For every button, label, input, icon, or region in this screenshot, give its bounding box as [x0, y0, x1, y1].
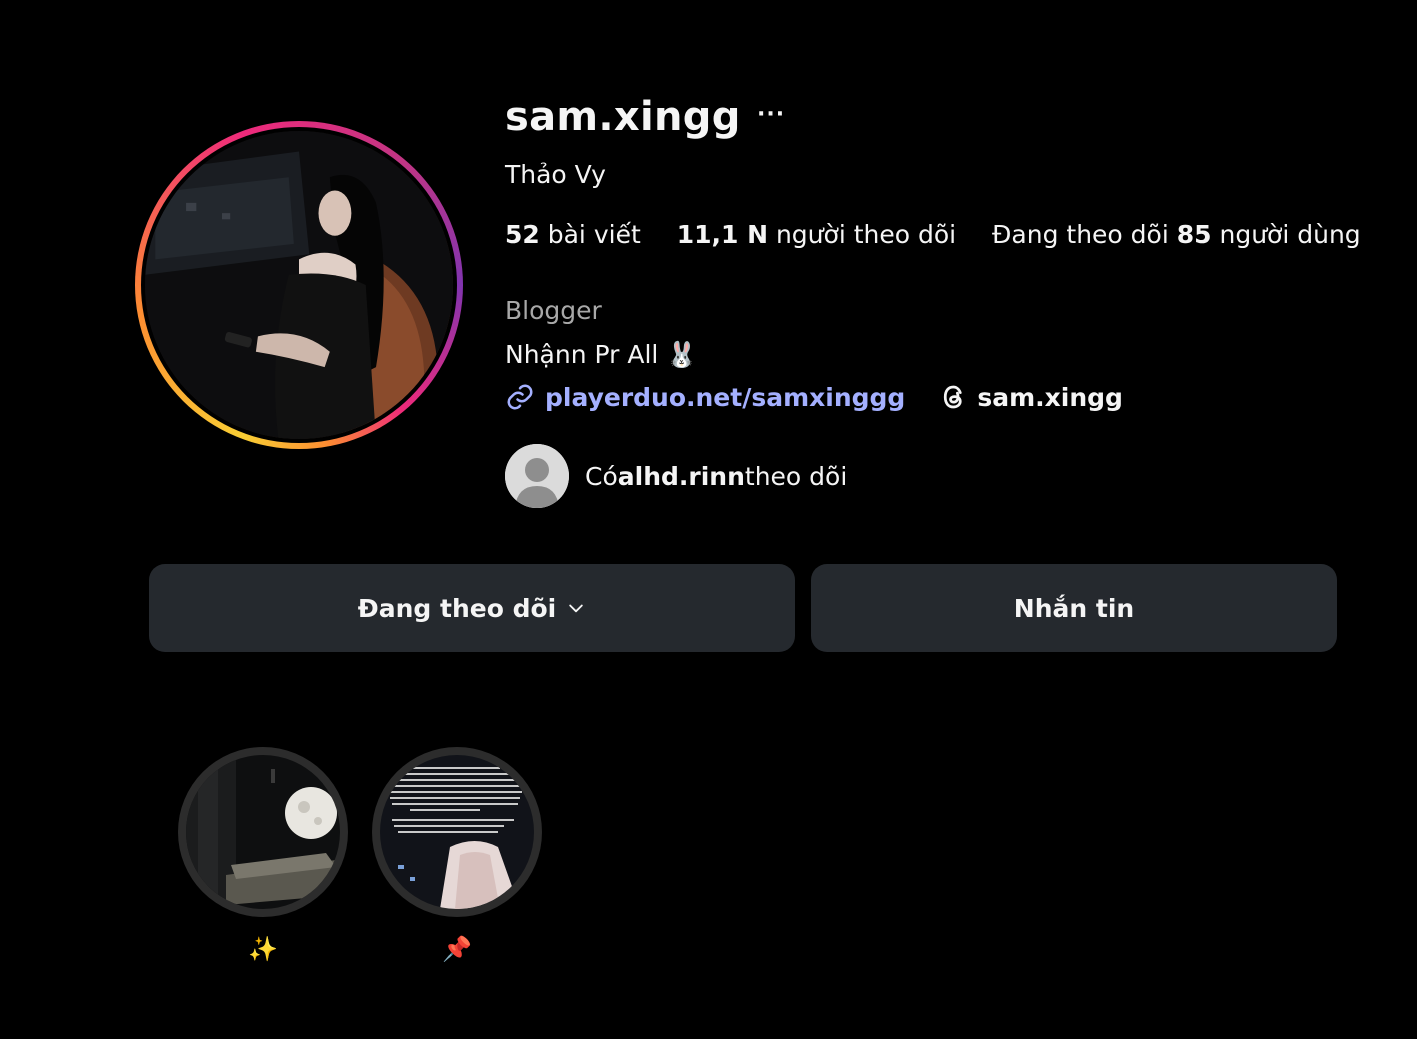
- followers-count: 11,1 N: [676, 220, 769, 249]
- message-button[interactable]: Nhắn tin: [811, 564, 1337, 652]
- story-highlight[interactable]: ✨: [178, 747, 348, 963]
- following-button-label: Đang theo dõi: [357, 593, 557, 623]
- external-link[interactable]: playerduo.net/samxinggg: [505, 382, 905, 412]
- posts-label: bài viết: [539, 220, 641, 249]
- external-link-text: playerduo.net/samxinggg: [545, 382, 906, 412]
- story-highlight[interactable]: 📌: [372, 747, 542, 963]
- followed-by-suffix: theo dõi: [744, 461, 848, 491]
- posts-count: 52: [505, 220, 540, 249]
- followers-link[interactable]: 11,1 N người theo dõi: [677, 220, 956, 249]
- followers-label: người theo dõi: [768, 220, 957, 249]
- following-prefix: Đang theo dõi: [992, 220, 1177, 249]
- profile-stats: 52 bài viết 11,1 N người theo dõi Đang t…: [505, 220, 1361, 249]
- following-button[interactable]: Đang theo dõi: [149, 564, 795, 652]
- followed-by-user: alhd.rinn: [617, 461, 745, 491]
- profile-bio: Nhậnn Pr All 🐰: [505, 340, 698, 369]
- profile-category: Blogger: [505, 296, 602, 325]
- highlight-cover-moon-bedroom: [186, 755, 340, 909]
- profile-links: playerduo.net/samxinggg sam.xingg: [505, 382, 1123, 412]
- profile-avatar[interactable]: [135, 121, 463, 449]
- avatar-photo: [145, 131, 453, 439]
- follower-avatar: [505, 444, 569, 508]
- following-link[interactable]: Đang theo dõi 85 người dùng: [992, 220, 1361, 249]
- chevron-down-icon: [569, 604, 583, 613]
- posts-count-stat: 52 bài viết: [505, 220, 641, 249]
- threads-link[interactable]: sam.xingg: [939, 382, 1123, 412]
- following-label: người dùng: [1211, 220, 1361, 249]
- followed-by[interactable]: Có alhd.rinn theo dõi: [505, 444, 847, 508]
- highlight-label: ✨: [248, 935, 278, 963]
- link-icon: [507, 384, 533, 410]
- threads-handle: sam.xingg: [977, 382, 1123, 412]
- highlight-cover-text-photo: [380, 755, 534, 909]
- profile-page: sam.xingg ··· Thảo Vy 52 bài viết 11,1 N…: [0, 0, 1417, 1039]
- threads-icon: [944, 385, 962, 409]
- more-options-button[interactable]: ···: [757, 102, 785, 127]
- profile-full-name: Thảo Vy: [505, 160, 606, 189]
- message-button-label: Nhắn tin: [1013, 593, 1135, 623]
- followed-by-prefix: Có: [585, 461, 618, 491]
- highlight-label: 📌: [442, 935, 472, 963]
- following-count: 85: [1176, 220, 1212, 249]
- profile-username: sam.xingg: [505, 94, 741, 140]
